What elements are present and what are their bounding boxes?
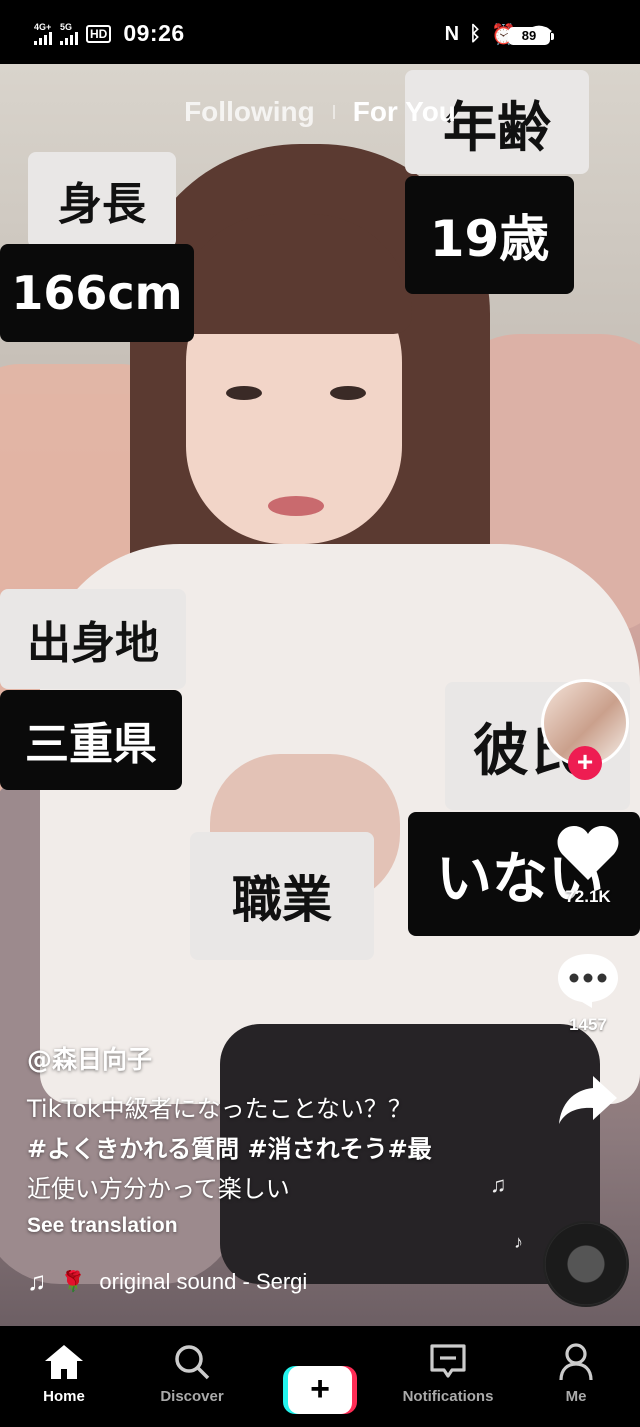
rose-icon: 🌹: [60, 1271, 86, 1293]
person-lips: [268, 496, 324, 516]
music-note-icon: ♫: [27, 1266, 47, 1296]
nav-home[interactable]: Home: [0, 1326, 128, 1427]
hd-voice-icon: HD: [86, 24, 112, 43]
signal-icon-1: 4G+: [34, 22, 52, 45]
sticker-hometown-value: 三重県: [0, 690, 182, 790]
create-button[interactable]: +: [283, 1366, 357, 1414]
nav-notifications[interactable]: Notifications: [384, 1326, 512, 1427]
nav-me[interactable]: Me: [512, 1326, 640, 1427]
home-icon: [45, 1345, 83, 1379]
sound-disc[interactable]: [543, 1221, 629, 1307]
like-count: 72.1K: [565, 887, 611, 906]
profile-icon: [559, 1343, 593, 1381]
description-text: TikTok中級者になったことない？？: [27, 1095, 412, 1123]
search-icon: [175, 1345, 210, 1380]
floating-note-icon: ♫: [490, 1172, 507, 1197]
nav-discover-label: Discover: [160, 1388, 224, 1405]
comment-count: 1457: [569, 1015, 607, 1034]
sticker-hometown-label: 出身地: [0, 589, 186, 689]
comment-button[interactable]: 1457: [548, 950, 628, 1035]
nav-home-label: Home: [43, 1388, 85, 1405]
share-icon: [559, 1076, 617, 1124]
nav-notifications-label: Notifications: [402, 1388, 494, 1405]
bluetooth-icon: ᛒ: [469, 23, 482, 45]
sticker-job-label: 職業: [190, 832, 374, 960]
sound-info[interactable]: ♫ 🌹 original sound - Sergi: [27, 1266, 307, 1297]
clock: 09:26: [123, 20, 185, 46]
tab-following[interactable]: Following: [184, 96, 315, 128]
nav-me-label: Me: [565, 1388, 587, 1405]
person-eye-right: [330, 386, 366, 400]
follow-button[interactable]: +: [568, 746, 602, 780]
bottom-nav: Home Discover + Notifications Me: [0, 1326, 640, 1427]
sticker-height-value: 166cm: [0, 244, 194, 342]
status-left: 4G+ 5G HD 09:26: [34, 20, 185, 47]
nav-discover[interactable]: Discover: [128, 1326, 256, 1427]
share-button[interactable]: [548, 1074, 628, 1131]
nav-create[interactable]: +: [256, 1326, 384, 1427]
status-bar: 4G+ 5G HD 09:26 Ν ᛒ ⏰ 89: [0, 0, 640, 64]
sticker-height-label: 身長: [28, 152, 176, 248]
sound-title: original sound - Sergi: [99, 1268, 308, 1294]
feed-tabs: Following For You: [0, 96, 640, 128]
description-hashtags[interactable]: #よくきかれる質問 #消されそう#最: [27, 1129, 487, 1169]
like-button[interactable]: 72.1K: [548, 824, 628, 907]
floating-note-icon-small: ♪: [514, 1232, 523, 1252]
inbox-icon: [430, 1344, 466, 1378]
person-eye-left: [226, 386, 262, 400]
description-text-2: 近使い方分かって楽しい: [27, 1175, 290, 1203]
sticker-age-value: 19歳: [405, 176, 574, 294]
tab-for-you[interactable]: For You: [353, 96, 456, 128]
comment-icon: [558, 954, 618, 1008]
nfc-icon: Ν: [444, 23, 460, 45]
creator-username[interactable]: @森日向子: [27, 1040, 152, 1076]
video-description: TikTok中級者になったことない？？ #よくきかれる質問 #消されそう#最 近…: [27, 1089, 487, 1209]
tab-divider: [332, 105, 335, 119]
signal-icon-2: 5G: [60, 22, 78, 45]
see-translation-link[interactable]: See translation: [27, 1214, 178, 1238]
heart-icon: [557, 826, 619, 880]
plus-icon: +: [288, 1366, 352, 1414]
battery-icon: 89: [508, 27, 554, 45]
